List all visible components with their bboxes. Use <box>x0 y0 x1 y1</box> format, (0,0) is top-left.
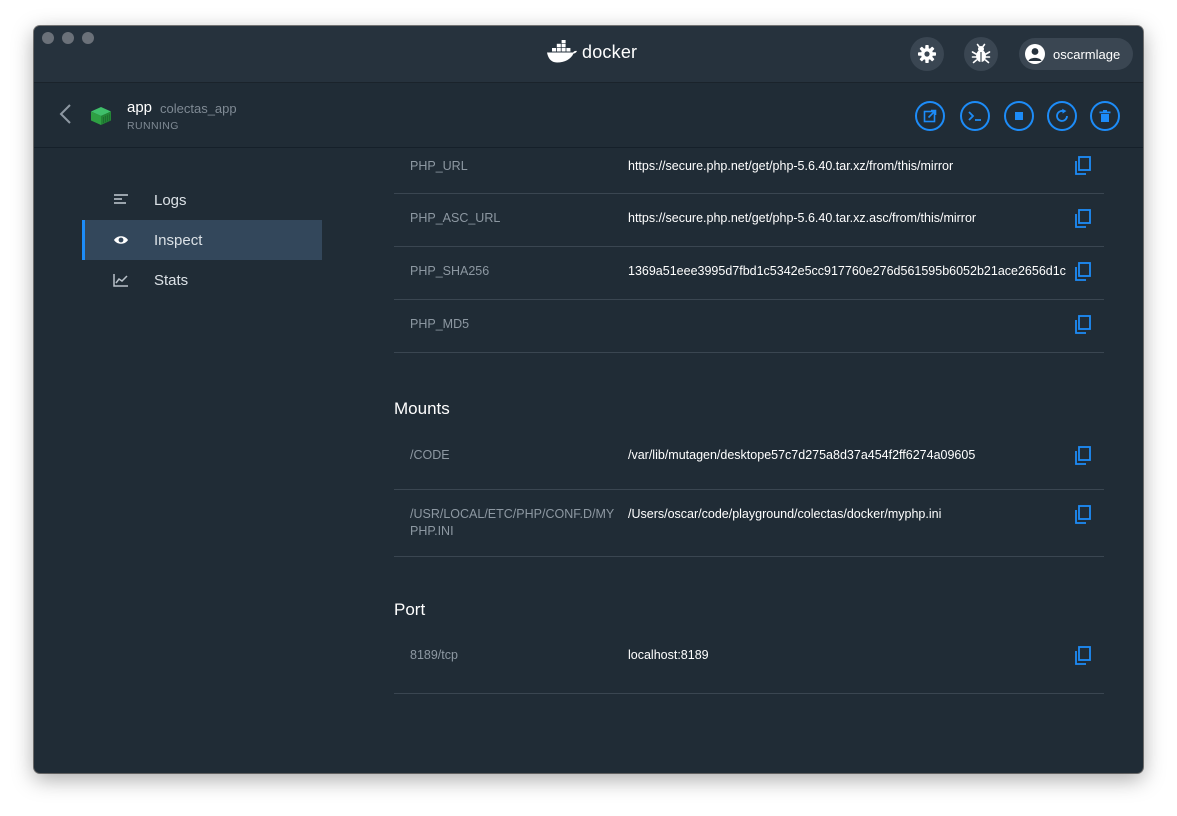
copy-icon[interactable] <box>1074 505 1092 525</box>
restart-button[interactable] <box>1047 101 1077 131</box>
open-external-icon <box>923 109 937 123</box>
port-section-header: Port <box>394 557 1104 641</box>
bug-icon <box>971 43 991 64</box>
sidebar-item-logs[interactable]: Logs <box>82 180 322 220</box>
user-icon <box>1028 48 1042 61</box>
sidebar-item-stats[interactable]: Stats <box>82 260 322 300</box>
mount-value: /var/lib/mutagen/desktope57c7d275a8d37a4… <box>628 448 976 462</box>
gear-icon <box>918 45 936 63</box>
close-window-button[interactable] <box>42 32 54 44</box>
user-name: oscarmlage <box>1053 46 1121 62</box>
app-window: docker oscarmlage app colectas_app RUNNI… <box>34 26 1143 773</box>
table-row: PHP_ASC_URL https://secure.php.net/get/p… <box>394 194 1104 247</box>
delete-button[interactable] <box>1090 101 1120 131</box>
container-icon <box>91 107 111 125</box>
copy-icon[interactable] <box>1074 156 1092 176</box>
env-key: PHP_URL <box>410 159 468 173</box>
brand-name: docker <box>582 41 638 62</box>
container-name: app <box>127 99 153 116</box>
maximize-window-button[interactable] <box>82 32 94 44</box>
copy-icon[interactable] <box>1074 446 1092 466</box>
env-key: PHP_MD5 <box>410 317 470 331</box>
window-controls <box>42 32 94 44</box>
logs-icon <box>112 191 130 209</box>
env-key: PHP_SHA256 <box>410 264 490 278</box>
stop-button[interactable] <box>1004 101 1034 131</box>
table-row: 8189/tcp localhost:8189 <box>394 641 1104 694</box>
mount-key: /USR/LOCAL/ETC/PHP/CONF.D/MYPHP.INI <box>410 507 615 538</box>
port-key: 8189/tcp <box>410 648 458 662</box>
eye-icon <box>112 231 130 249</box>
sidebar: Logs Inspect Stats <box>82 180 322 300</box>
troubleshoot-button[interactable] <box>964 37 998 71</box>
container-project: colectas_app <box>160 101 237 116</box>
container-header: app colectas_app RUNNING <box>34 83 1143 148</box>
mount-value: /Users/oscar/code/playground/colectas/do… <box>628 507 942 521</box>
mounts-section-header: Mounts <box>394 353 1104 437</box>
restart-icon <box>1056 108 1068 122</box>
docker-logo: docker <box>546 40 637 64</box>
chart-icon <box>112 271 130 289</box>
back-chevron-icon[interactable] <box>58 103 72 125</box>
table-row: /CODE /var/lib/mutagen/desktope57c7d275a… <box>394 437 1104 490</box>
sidebar-item-label: Inspect <box>154 231 203 249</box>
env-value: 1369a51eee3995d7fbd1c5342e5cc917760e276d… <box>628 264 1066 278</box>
avatar <box>1025 44 1045 64</box>
copy-icon[interactable] <box>1074 209 1092 229</box>
env-key: PHP_ASC_URL <box>410 211 501 225</box>
table-row: PHP_MD5 <box>394 300 1104 353</box>
table-row: PHP_SHA256 1369a51eee3995d7fbd1c5342e5cc… <box>394 247 1104 300</box>
trash-icon <box>1099 110 1111 122</box>
docker-whale-icon <box>547 40 577 63</box>
sidebar-item-inspect[interactable]: Inspect <box>82 220 322 260</box>
copy-icon[interactable] <box>1074 315 1092 335</box>
settings-button[interactable] <box>910 37 944 71</box>
copy-icon[interactable] <box>1074 262 1092 282</box>
section-title: Mounts <box>394 399 450 418</box>
container-status: RUNNING <box>127 120 179 132</box>
mount-key: /CODE <box>410 448 450 462</box>
env-value: https://secure.php.net/get/php-5.6.40.ta… <box>628 211 977 225</box>
terminal-icon <box>968 111 981 121</box>
cli-button[interactable] <box>960 101 990 131</box>
table-row: PHP_URL https://secure.php.net/get/php-5… <box>394 148 1104 194</box>
open-in-browser-button[interactable] <box>915 101 945 131</box>
copy-icon[interactable] <box>1074 646 1092 666</box>
env-value: https://secure.php.net/get/php-5.6.40.ta… <box>628 159 954 173</box>
title-bar: docker oscarmlage <box>34 26 1143 83</box>
section-title: Port <box>394 600 426 619</box>
sidebar-item-label: Stats <box>154 271 189 289</box>
user-menu-button[interactable]: oscarmlage <box>1019 38 1133 70</box>
table-row: /USR/LOCAL/ETC/PHP/CONF.D/MYPHP.INI /Use… <box>394 490 1104 557</box>
sidebar-item-label: Logs <box>154 191 187 209</box>
minimize-window-button[interactable] <box>62 32 74 44</box>
inspect-content: PHP_URL https://secure.php.net/get/php-5… <box>394 148 1104 694</box>
stop-icon <box>1015 112 1023 120</box>
port-value: localhost:8189 <box>628 648 709 662</box>
